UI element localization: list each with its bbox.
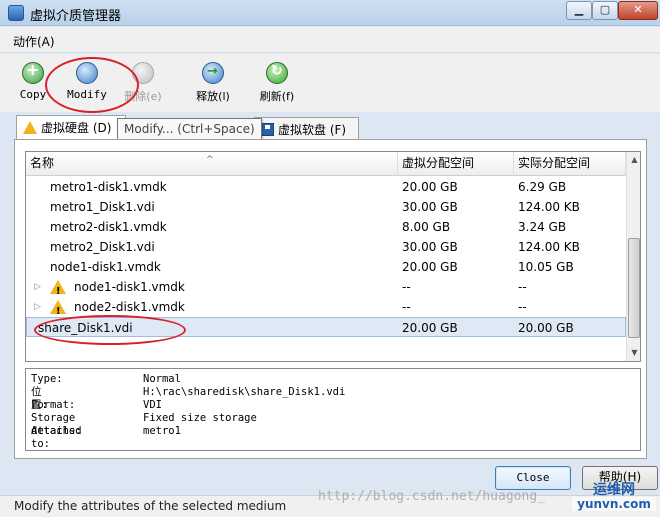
window-title: 虚拟介质管理器 bbox=[30, 9, 122, 24]
row-virtual-size: 20.00 GB bbox=[402, 321, 458, 335]
row-name: share_Disk1.vdi bbox=[38, 321, 133, 335]
table-row[interactable]: metro1_Disk1.vdi 30.00 GB 124.00 KB bbox=[26, 197, 626, 217]
modify-button[interactable]: Modify bbox=[60, 62, 114, 110]
copy-icon bbox=[22, 60, 44, 84]
refresh-button[interactable]: 刷新(f) bbox=[250, 62, 304, 110]
modify-label: Modify bbox=[67, 88, 107, 101]
tab-panel: 名称 ^ 虚拟分配空间 实际分配空间 metro1-disk1.vmdk 20.… bbox=[14, 139, 647, 459]
release-button[interactable]: 释放(l) bbox=[186, 62, 240, 110]
close-window-button[interactable]: ✕ bbox=[618, 1, 658, 20]
expand-arrow-icon[interactable]: ▷ bbox=[34, 277, 41, 297]
close-button[interactable]: Close bbox=[495, 466, 571, 490]
minimize-button[interactable]: ▁ bbox=[566, 1, 592, 20]
release-icon bbox=[202, 62, 224, 84]
warning-icon bbox=[50, 300, 66, 322]
row-actual-size: 124.00 KB bbox=[518, 200, 580, 214]
watermark-logo-top: 运维网 bbox=[593, 482, 635, 498]
detail-format-label: Format: bbox=[31, 399, 76, 411]
column-header-actual-size[interactable]: 实际分配空间 bbox=[514, 152, 626, 176]
refresh-icon bbox=[266, 62, 288, 84]
toolbar: Copy Modify 删除(e) 释放(l) 刷新(f) bbox=[0, 54, 660, 112]
media-table: 名称 ^ 虚拟分配空间 实际分配空间 metro1-disk1.vmdk 20.… bbox=[25, 151, 641, 362]
table-row[interactable]: ▷ node2-disk1.vmdk -- -- bbox=[26, 297, 626, 322]
table-row[interactable]: metro2-disk1.vmdk 8.00 GB 3.24 GB bbox=[26, 217, 626, 237]
row-virtual-size: 30.00 GB bbox=[402, 200, 458, 214]
row-actual-size: -- bbox=[518, 280, 527, 294]
watermark-logo: 运维网 yunvn.com bbox=[572, 483, 656, 515]
scroll-thumb[interactable] bbox=[628, 238, 640, 338]
row-actual-size: 6.29 GB bbox=[518, 180, 567, 194]
column-header-name[interactable]: 名称 ^ bbox=[26, 152, 398, 176]
warning-icon bbox=[23, 121, 37, 134]
sort-ascending-icon: ^ bbox=[206, 155, 214, 165]
scroll-up-icon[interactable]: ▲ bbox=[627, 152, 640, 168]
watermark-logo-bottom: yunvn.com bbox=[572, 497, 656, 511]
delete-label: 删除(e) bbox=[124, 90, 162, 103]
menu-item-action[interactable]: 动作(A) bbox=[13, 33, 55, 50]
detail-storage-value: Fixed size storage bbox=[143, 412, 257, 424]
maximize-button[interactable]: ▢ bbox=[592, 1, 618, 20]
tab-virtual-hard-disks[interactable]: 虚拟硬盘 (D) bbox=[16, 115, 126, 139]
table-row[interactable]: metro1-disk1.vmdk 20.00 GB 6.29 GB bbox=[26, 177, 626, 197]
detail-attached-value: metro1 bbox=[143, 425, 181, 437]
modify-tooltip: Modify... (Ctrl+Space) bbox=[117, 118, 262, 140]
row-name: metro1_Disk1.vdi bbox=[50, 200, 155, 214]
watermark-url: http://blog.csdn.net/huagong_ bbox=[318, 489, 545, 504]
row-actual-size: 10.05 GB bbox=[518, 260, 574, 274]
refresh-label: 刷新(f) bbox=[259, 90, 295, 103]
copy-label: Copy bbox=[19, 88, 47, 101]
status-text: Modify the attributes of the selected me… bbox=[14, 499, 287, 513]
table-row[interactable]: ▷ node1-disk1.vmdk -- -- bbox=[26, 277, 626, 302]
expand-arrow-icon[interactable]: ▷ bbox=[34, 297, 41, 317]
row-virtual-size: 30.00 GB bbox=[402, 240, 458, 254]
row-name: node1-disk1.vmdk bbox=[74, 280, 185, 294]
delete-button[interactable]: 删除(e) bbox=[116, 62, 170, 110]
row-name: node2-disk1.vmdk bbox=[74, 300, 185, 314]
table-row-selected[interactable]: share_Disk1.vdi 20.00 GB 20.00 GB bbox=[26, 317, 626, 337]
tab-virtual-hard-disks-label: 虚拟硬盘 (D) bbox=[41, 121, 112, 135]
app-icon bbox=[8, 5, 24, 21]
release-label: 释放(l) bbox=[196, 90, 230, 103]
tab-virtual-floppy-disks-label: 虚拟软盘 (F) bbox=[278, 123, 347, 137]
scroll-down-icon[interactable]: ▼ bbox=[627, 345, 640, 361]
row-name: metro1-disk1.vmdk bbox=[50, 180, 167, 194]
table-scrollbar[interactable]: ▲ ▼ bbox=[626, 152, 640, 361]
row-virtual-size: -- bbox=[402, 280, 411, 294]
row-actual-size: 20.00 GB bbox=[518, 321, 574, 335]
warning-icon bbox=[50, 280, 66, 302]
row-name: metro2_Disk1.vdi bbox=[50, 240, 155, 254]
detail-format-value: VDI bbox=[143, 399, 162, 411]
title-bar: 虚拟介质管理器 ▁ ▢ ✕ bbox=[0, 0, 660, 26]
table-header: 名称 ^ 虚拟分配空间 实际分配空间 bbox=[26, 152, 626, 176]
delete-icon bbox=[132, 62, 154, 84]
detail-location-value: H:\rac\sharedisk\share_Disk1.vdi bbox=[143, 386, 346, 398]
row-virtual-size: 20.00 GB bbox=[402, 180, 458, 194]
table-row[interactable]: node1-disk1.vmdk 20.00 GB 10.05 GB bbox=[26, 257, 626, 277]
menu-bar: 动作(A) bbox=[0, 27, 660, 53]
details-pane: Type: Normal 位置: H:\rac\sharedisk\share_… bbox=[25, 368, 641, 451]
row-actual-size: 124.00 KB bbox=[518, 240, 580, 254]
detail-attached-label: Attached to: bbox=[31, 425, 82, 450]
tab-virtual-floppy-disks[interactable]: 虚拟软盘 (F) bbox=[254, 117, 359, 139]
row-virtual-size: -- bbox=[402, 300, 411, 314]
detail-type-value: Normal bbox=[143, 373, 181, 385]
column-header-name-label: 名称 bbox=[30, 156, 55, 170]
row-actual-size: -- bbox=[518, 300, 527, 314]
modify-icon bbox=[76, 62, 98, 84]
detail-type-label: Type: bbox=[31, 373, 63, 385]
row-name: metro2-disk1.vmdk bbox=[50, 220, 167, 234]
row-virtual-size: 8.00 GB bbox=[402, 220, 451, 234]
row-name: node1-disk1.vmdk bbox=[50, 260, 161, 274]
row-virtual-size: 20.00 GB bbox=[402, 260, 458, 274]
floppy-icon bbox=[261, 123, 274, 136]
copy-button[interactable]: Copy bbox=[6, 60, 60, 110]
row-actual-size: 3.24 GB bbox=[518, 220, 567, 234]
table-row[interactable]: metro2_Disk1.vdi 30.00 GB 124.00 KB bbox=[26, 237, 626, 257]
column-header-virtual-size[interactable]: 虚拟分配空间 bbox=[398, 152, 514, 176]
